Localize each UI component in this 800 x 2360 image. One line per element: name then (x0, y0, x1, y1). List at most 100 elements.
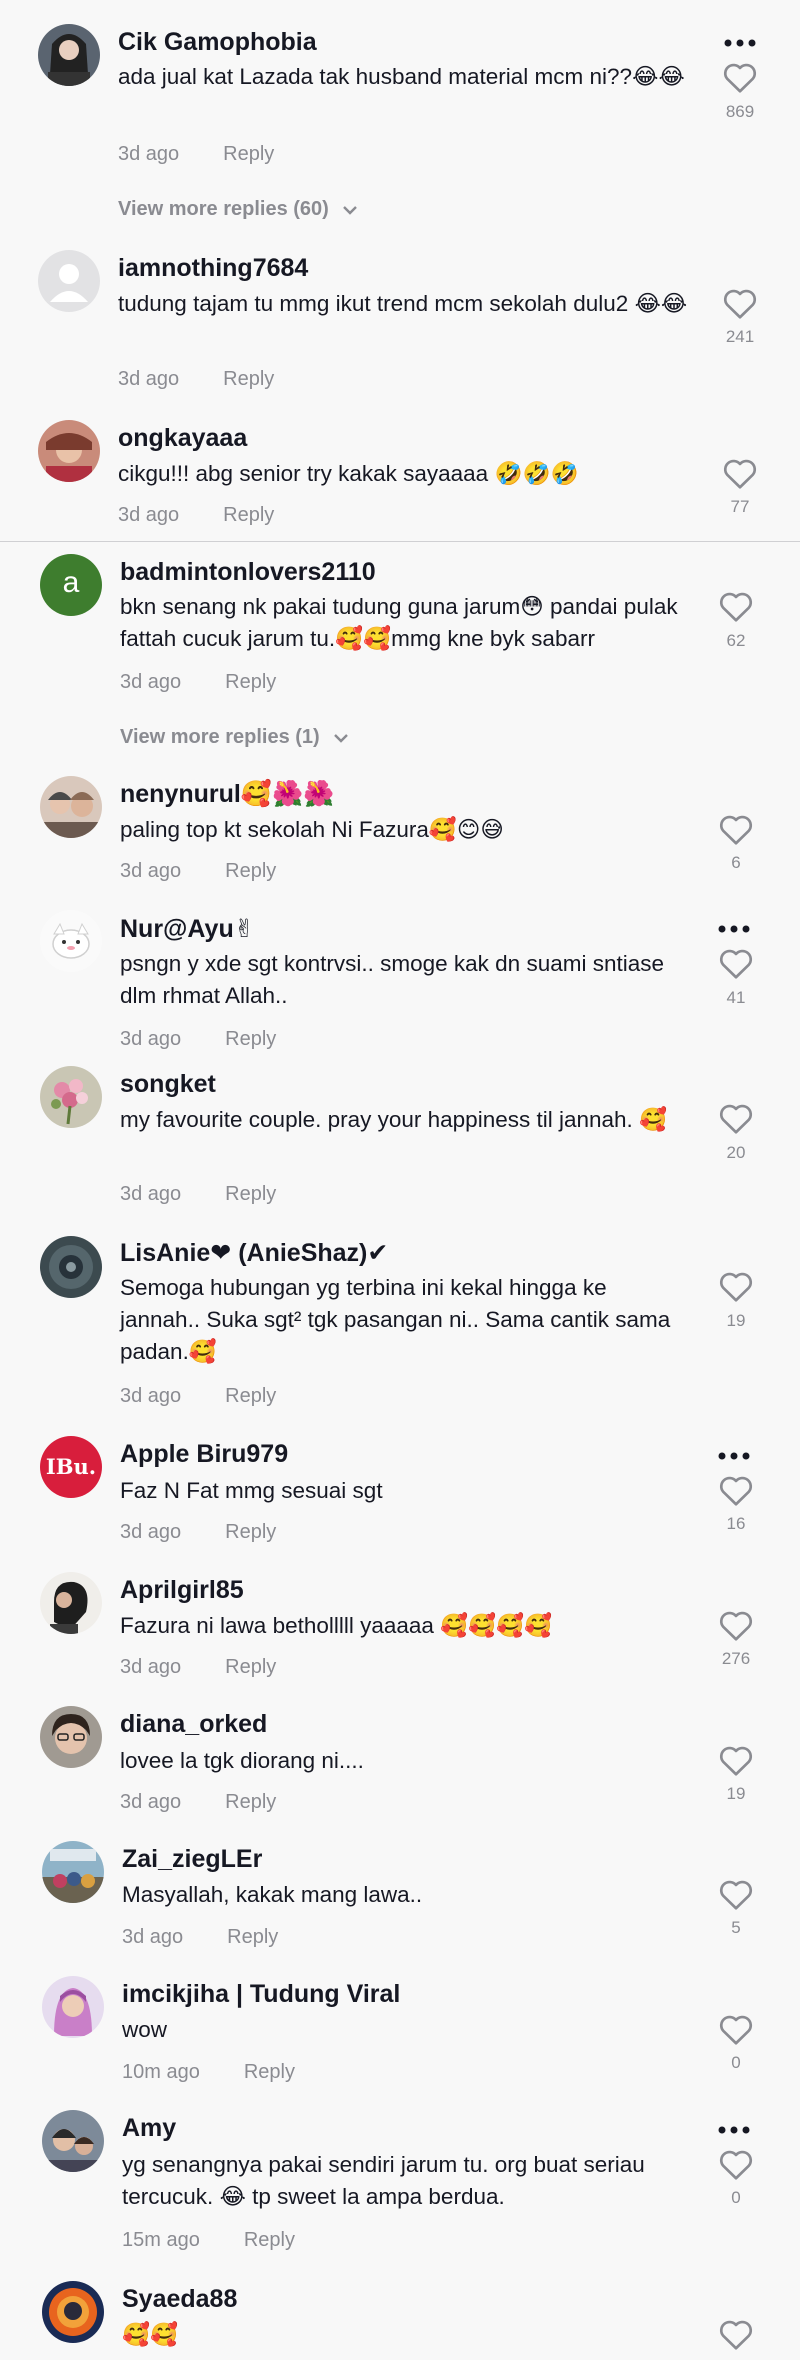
timestamp: 15m ago (122, 2229, 200, 2251)
avatar[interactable] (42, 1841, 104, 1903)
comment-text: lovee la tgk diorang ni.... (120, 1748, 364, 1773)
more-options-icon[interactable] (714, 2123, 754, 2137)
comment-meta: 3d ago Reply (120, 1183, 276, 1206)
like-count: 41 (726, 988, 746, 1007)
reply-button[interactable]: Reply (223, 504, 274, 526)
avatar[interactable] (40, 1066, 102, 1128)
timestamp: 3d ago (118, 368, 180, 390)
avatar[interactable] (38, 250, 100, 312)
like-heart-icon[interactable] (718, 2317, 754, 2351)
chevron-down-icon (334, 733, 349, 743)
more-options-icon[interactable] (714, 1449, 754, 1463)
like-heart-icon[interactable] (718, 1101, 754, 1135)
username[interactable]: ongkayaaa (118, 424, 247, 453)
timestamp: 10m ago (122, 2061, 200, 2083)
reply-button[interactable]: Reply (225, 1656, 276, 1678)
username[interactable]: diana_orked (120, 1710, 267, 1739)
avatar[interactable] (40, 910, 102, 972)
like-count: 869 (725, 102, 755, 121)
avatar[interactable]: a (40, 554, 102, 616)
username[interactable]: Cik Gamophobia (118, 28, 317, 57)
like-heart-icon[interactable] (718, 1608, 754, 1642)
like-count: 5 (731, 1918, 741, 1937)
reply-button[interactable]: Reply (225, 1385, 276, 1407)
comment-text: wow (122, 2017, 168, 2042)
comment-text: bkn senang nk pakai tudung guna jarum😳 p… (120, 594, 678, 651)
reply-button[interactable]: Reply (225, 1791, 276, 1813)
timestamp: 3d ago (120, 860, 182, 882)
reply-button[interactable]: Reply (225, 1521, 276, 1543)
comment-text: paling top kt sekolah Ni Fazura🥰😊😅 (120, 817, 504, 842)
avatar[interactable] (40, 1236, 102, 1298)
more-options-icon[interactable] (714, 922, 754, 936)
like-heart-icon[interactable] (718, 1877, 754, 1911)
like-heart-icon[interactable] (722, 286, 758, 320)
comment-text: Masyallah, kakak mang lawa.. (122, 1882, 423, 1907)
view-more-replies-label: View more replies (1) (120, 726, 320, 748)
avatar[interactable] (40, 776, 102, 838)
timestamp: 3d ago (120, 1521, 182, 1543)
reply-button[interactable]: Reply (225, 860, 276, 882)
like-count: 0 (731, 2188, 741, 2207)
like-count: 77 (730, 497, 750, 516)
like-heart-icon[interactable] (718, 1269, 754, 1303)
comment-text: 🥰🥰 (122, 2322, 179, 2347)
reply-button[interactable]: Reply (225, 671, 276, 693)
username[interactable]: iamnothing7684 (118, 254, 308, 283)
like-count: 19 (726, 1784, 746, 1803)
comment-text: Fazura ni lawa betholllll yaaaaa 🥰🥰🥰🥰 (120, 1613, 553, 1638)
username[interactable]: Amy (122, 2114, 176, 2143)
reply-button[interactable]: Reply (223, 143, 274, 165)
view-more-replies-button[interactable]: View more replies (1) (120, 726, 349, 749)
like-count: 6 (731, 853, 741, 872)
timestamp: 3d ago (120, 1656, 182, 1678)
comment-text: tudung tajam tu mmg ikut trend mcm sekol… (118, 291, 688, 316)
reply-button[interactable]: Reply (223, 368, 274, 390)
like-count: 16 (726, 1514, 746, 1533)
avatar[interactable] (42, 1976, 104, 2038)
reply-button[interactable]: Reply (244, 2061, 295, 2083)
avatar[interactable] (40, 1706, 102, 1768)
like-heart-icon[interactable] (718, 2012, 754, 2046)
more-options-icon[interactable] (720, 36, 760, 50)
username[interactable]: Aprilgirl85 (120, 1576, 244, 1605)
like-count: 19 (726, 1311, 746, 1330)
reply-button[interactable]: Reply (244, 2229, 295, 2251)
like-heart-icon[interactable] (718, 1743, 754, 1777)
username[interactable]: Syaeda88 (122, 2285, 237, 2314)
comment-meta: 10m ago Reply (122, 2061, 295, 2084)
username[interactable]: songket (120, 1070, 216, 1099)
username[interactable]: nenynurul🥰🌺🌺 (120, 780, 334, 809)
avatar[interactable] (38, 24, 100, 86)
like-heart-icon[interactable] (718, 1473, 754, 1507)
avatar[interactable] (40, 1572, 102, 1634)
reply-button[interactable]: Reply (227, 1926, 278, 1948)
username[interactable]: LisAnie❤ (AnieShaz)✔ (120, 1238, 388, 1268)
timestamp: 3d ago (118, 143, 180, 165)
username[interactable]: imcikjiha | Tudung Viral (122, 1980, 400, 2009)
comment-text: ada jual kat Lazada tak husband material… (118, 64, 685, 89)
avatar[interactable] (38, 420, 100, 482)
timestamp: 3d ago (120, 671, 182, 693)
username[interactable]: Nur@Ayu✌ (120, 914, 255, 944)
comment-meta: 3d ago Reply (120, 1656, 276, 1679)
comment-text: psngn y xde sgt kontrvsi.. smoge kak dn … (120, 951, 665, 1008)
reply-button[interactable]: Reply (225, 1183, 276, 1205)
like-heart-icon[interactable] (722, 456, 758, 490)
comment-meta: 3d ago Reply (120, 671, 276, 694)
like-heart-icon[interactable] (718, 812, 754, 846)
timestamp: 3d ago (120, 1028, 182, 1050)
view-more-replies-button[interactable]: View more replies (60) (118, 198, 358, 221)
username[interactable]: badmintonlovers2110 (120, 558, 376, 587)
like-heart-icon[interactable] (718, 589, 754, 623)
avatar[interactable] (42, 2281, 104, 2343)
username[interactable]: Zai_ziegLEr (122, 1845, 262, 1874)
like-heart-icon[interactable] (722, 60, 758, 94)
comment-text: Faz N Fat mmg sesuai sgt (120, 1478, 383, 1503)
like-heart-icon[interactable] (718, 2147, 754, 2181)
like-heart-icon[interactable] (718, 946, 754, 980)
reply-button[interactable]: Reply (225, 1028, 276, 1050)
avatar[interactable]: IBu. (40, 1436, 102, 1498)
avatar[interactable] (42, 2110, 104, 2172)
username[interactable]: Apple Biru979 (120, 1440, 288, 1469)
